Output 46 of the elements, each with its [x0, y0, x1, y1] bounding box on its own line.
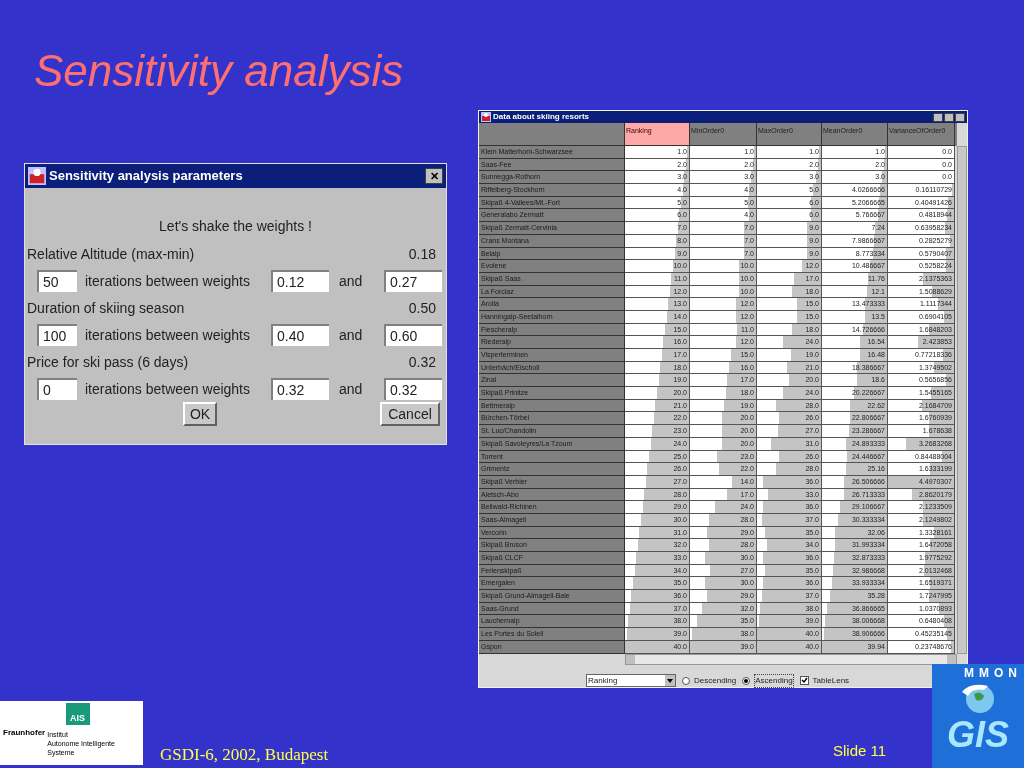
- sort-order-radio[interactable]: Descending: [682, 674, 737, 687]
- weight-value: 0.32: [408, 352, 436, 372]
- app-icon: [481, 112, 491, 122]
- slide-title: Sensitivity analysis: [34, 45, 404, 97]
- number-field[interactable]: 0.12: [271, 270, 329, 292]
- number-field[interactable]: 0.32: [384, 378, 442, 400]
- horizontal-scrollbar[interactable]: [625, 653, 957, 665]
- window-title: Data about skiing resorts: [493, 111, 591, 123]
- number-field[interactable]: 0: [37, 378, 77, 400]
- caret-icon: [665, 675, 675, 686]
- ok-button[interactable]: OK: [183, 402, 217, 426]
- sort-field-dropdown[interactable]: Ranking: [586, 674, 676, 687]
- minimize-button[interactable]: [933, 112, 943, 122]
- maximize-button[interactable]: [944, 112, 954, 122]
- number-field[interactable]: 50: [37, 270, 77, 292]
- logo-main-text: GIS: [947, 716, 1009, 754]
- number-field[interactable]: 0.40: [271, 324, 329, 346]
- iterations-label: iterations between weights: [85, 325, 251, 345]
- number-field[interactable]: 0.60: [384, 324, 442, 346]
- weight-value: 0.18: [408, 244, 436, 264]
- and-label: and: [339, 271, 364, 291]
- number-field[interactable]: 100: [37, 324, 77, 346]
- check-icon: [800, 677, 808, 684]
- criterion-label: Price for ski pass (6 days): [27, 352, 189, 372]
- iterations-label: iterations between weights: [85, 379, 251, 399]
- criterion-label: Duration of skiing season: [27, 298, 185, 318]
- cancel-button[interactable]: Cancel: [380, 402, 440, 426]
- number-field[interactable]: 0.32: [271, 378, 329, 400]
- criterion-label: Relative Altitude (max-min): [27, 244, 195, 264]
- footer-text: GSDI-6, 2002, Budapest: [160, 744, 329, 766]
- slide-number: Slide 11: [833, 741, 887, 761]
- vertical-scrollbar[interactable]: [957, 146, 967, 654]
- number-field[interactable]: 0.27: [384, 270, 442, 292]
- ais-badge: AIS: [65, 703, 90, 725]
- dialog-heading: Let's shake the weights !: [159, 217, 312, 236]
- weight-value: 0.50: [408, 298, 436, 318]
- close-button[interactable]: [955, 112, 965, 122]
- app-icon: [28, 167, 46, 185]
- and-label: and: [339, 325, 364, 345]
- close-button[interactable]: ✕: [425, 168, 443, 184]
- and-label: and: [339, 379, 364, 399]
- window-title: Sensitivity analysis parameters: [49, 167, 244, 186]
- logo-top-text: MMON: [964, 665, 1022, 682]
- institute-name: Fraunhofer: [3, 727, 46, 739]
- iterations-label: iterations between weights: [85, 271, 251, 291]
- tablelens-checkbox[interactable]: TableLens: [799, 674, 850, 687]
